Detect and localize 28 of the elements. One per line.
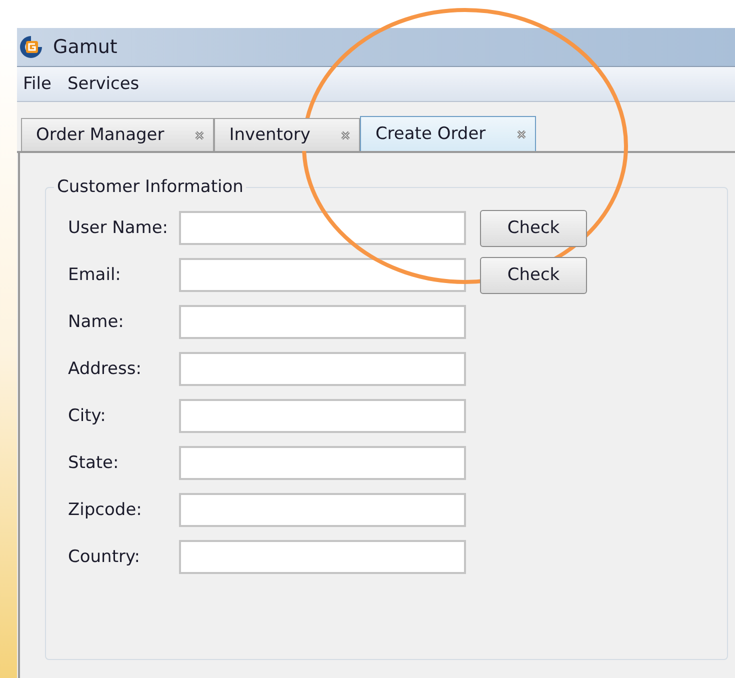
menu-item[interactable]: Services bbox=[67, 74, 140, 94]
window-title: Gamut bbox=[53, 36, 118, 58]
field-label: Zipcode: bbox=[68, 500, 143, 520]
field-label: User Name: bbox=[68, 218, 170, 238]
field-label: State: bbox=[68, 453, 120, 473]
input-field[interactable] bbox=[179, 352, 466, 386]
close-icon[interactable] bbox=[194, 130, 206, 140]
input-field[interactable] bbox=[179, 540, 466, 574]
input-field[interactable] bbox=[179, 446, 466, 480]
tab[interactable]: Order Manager bbox=[21, 118, 214, 151]
input-field[interactable] bbox=[179, 399, 466, 433]
input-field[interactable] bbox=[179, 305, 466, 339]
field-label: Country: bbox=[68, 547, 142, 567]
input-field[interactable] bbox=[179, 258, 466, 292]
tab[interactable]: Inventory bbox=[214, 118, 360, 151]
close-icon[interactable] bbox=[516, 128, 527, 140]
input-field[interactable] bbox=[179, 211, 466, 245]
menu-item[interactable]: File bbox=[23, 74, 52, 94]
logo-icon bbox=[19, 35, 43, 59]
field-label: Email: bbox=[68, 265, 122, 285]
close-icon[interactable] bbox=[340, 130, 352, 140]
field-label: Address: bbox=[68, 359, 142, 379]
field-label: Name: bbox=[68, 312, 125, 332]
check-button[interactable]: Check bbox=[480, 256, 587, 294]
input-field[interactable] bbox=[179, 493, 466, 527]
check-button[interactable]: Check bbox=[480, 210, 587, 246]
field-label: City: bbox=[68, 406, 107, 426]
tab[interactable]: Create Order bbox=[360, 116, 536, 151]
